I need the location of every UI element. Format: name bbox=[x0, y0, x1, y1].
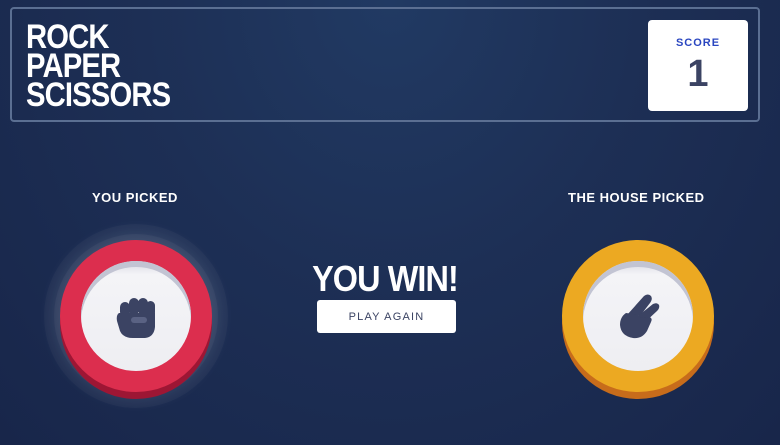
score-label: SCORE bbox=[675, 37, 721, 49]
player-pick-label: YOU PICKED bbox=[92, 190, 178, 205]
house-pick-label: THE HOUSE PICKED bbox=[568, 190, 705, 205]
score-box: SCORE 1 bbox=[648, 20, 748, 111]
score-value: 1 bbox=[687, 53, 709, 95]
rock-fist-icon bbox=[116, 298, 155, 338]
house-token-face bbox=[583, 261, 693, 371]
game-title: ROCK PAPER SCISSORS bbox=[26, 20, 171, 114]
title-line-scissors: SCISSORS bbox=[26, 76, 171, 114]
player-rock-token bbox=[60, 240, 212, 392]
game-header: ROCK PAPER SCISSORS SCORE 1 bbox=[10, 7, 760, 122]
house-scissors-token bbox=[562, 240, 714, 392]
scissors-hand-icon bbox=[620, 294, 660, 339]
play-again-button[interactable]: PLAY AGAIN bbox=[317, 300, 456, 333]
result-text: YOU WIN! bbox=[312, 258, 459, 299]
player-token-face bbox=[81, 261, 191, 371]
